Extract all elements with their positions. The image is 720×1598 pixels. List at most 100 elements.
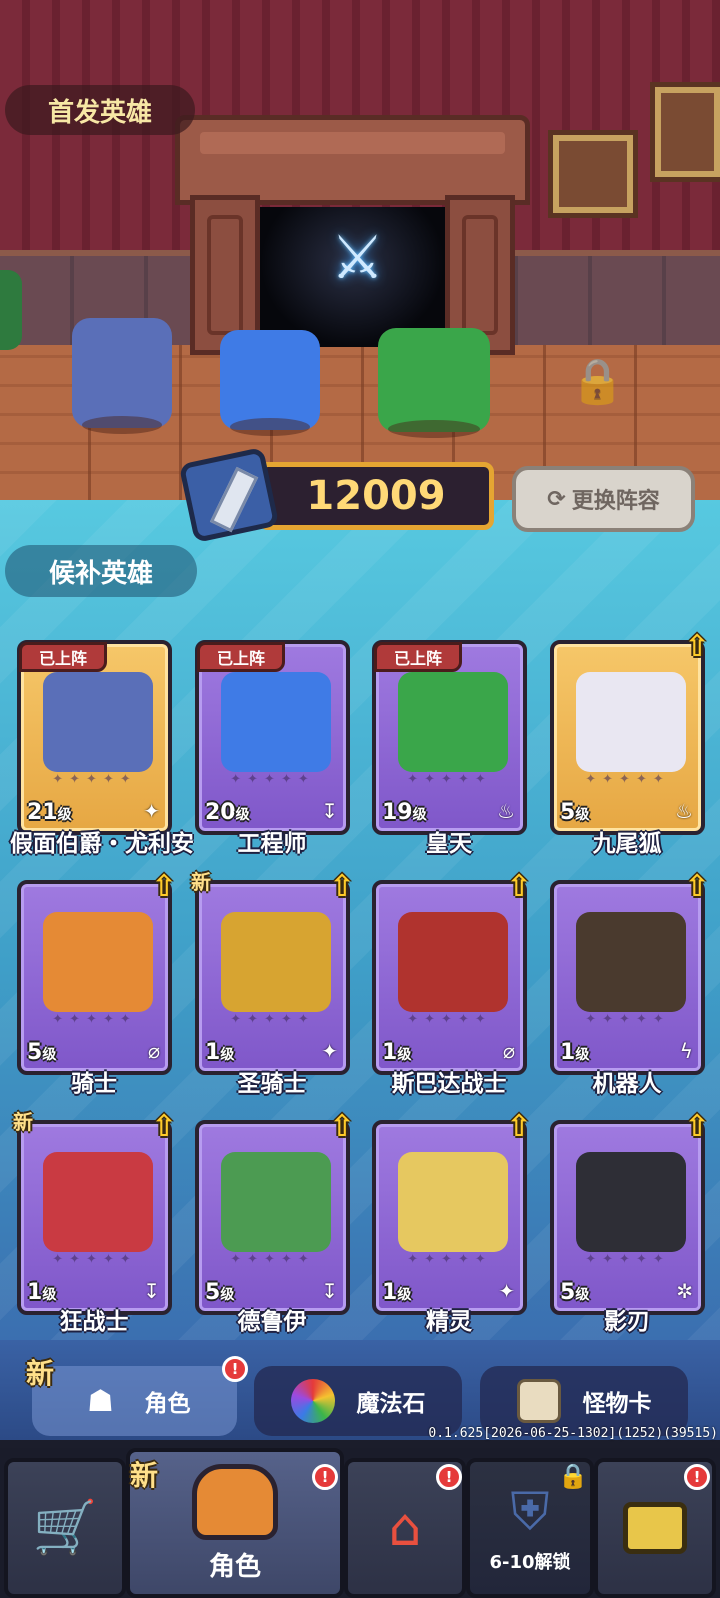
star-rating: ✦✦✦✦✦ — [585, 772, 670, 787]
nav-characters[interactable]: 角色 — [126, 1448, 344, 1598]
fire-icon: ♨ — [675, 799, 693, 823]
notification-badge: ! — [436, 1464, 462, 1490]
notification-badge: ! — [684, 1464, 710, 1490]
hero-portrait — [221, 912, 331, 1012]
hero-card[interactable]: ✦✦✦✦✦ 5级 ♨ ⇧ — [550, 630, 710, 835]
deployed-badge: 已上阵 — [197, 642, 285, 672]
notification-badge: ! — [312, 1464, 338, 1490]
starter-hero-3[interactable] — [378, 328, 490, 438]
hero-name: 机器人 — [592, 1071, 662, 1097]
fire-icon: ♨ — [497, 799, 515, 823]
upgrade-arrow-icon: ⇧ — [506, 869, 532, 904]
hero-portrait — [576, 1152, 686, 1252]
new-tag: 新 — [26, 1357, 55, 1390]
subtab-label: 怪物卡 — [582, 1391, 652, 1417]
lock-icon[interactable]: 🔒 — [570, 355, 625, 407]
hero-card[interactable]: ✦✦✦✦✦ 21级 ✦ 已上阵 — [17, 640, 172, 835]
plant-decoration — [0, 270, 22, 350]
starter-hero-2[interactable] — [220, 330, 320, 436]
hero-level: 1级 — [560, 1040, 590, 1065]
upgrade-arrow-icon: ⇧ — [151, 869, 177, 904]
hero-level: 21级 — [27, 800, 72, 825]
hero-portrait — [398, 1152, 508, 1252]
sword-icon: ↧ — [321, 1279, 338, 1303]
hero-name: 影刃 — [604, 1309, 650, 1335]
hero-portrait — [576, 912, 686, 1012]
hero-card[interactable]: ✦✦✦✦✦ 5级 ✲ ⇧ — [550, 1110, 710, 1315]
star-rating: ✦✦✦✦✦ — [52, 772, 137, 787]
hero-card[interactable]: ✦✦✦✦✦ 1级 ✦ ⇧ — [372, 1110, 532, 1315]
hero-card[interactable]: ✦✦✦✦✦ 1级 ✦ ⇧ — [195, 870, 355, 1075]
nav-shop[interactable]: 🛒 — [4, 1458, 126, 1598]
swap-lineup-label: 更换阵容 — [571, 489, 660, 514]
version-string: 0.1.625[2026-06-25-1302](1252)(39515) — [428, 1426, 718, 1441]
nav-label: 角色 — [208, 1551, 261, 1582]
knight-helmet-icon — [192, 1463, 278, 1540]
star-rating: ✦✦✦✦✦ — [52, 1252, 137, 1267]
hero-level: 1级 — [205, 1040, 235, 1065]
subtab-label: 魔法石 — [356, 1391, 426, 1417]
hero-card[interactable]: ✦✦✦✦✦ 20级 ↧ 已上阵 — [195, 640, 350, 835]
star-rating: ✦✦✦✦✦ — [407, 1252, 492, 1267]
starter-heroes-title: 首发英雄 — [5, 85, 195, 135]
hero-level: 20级 — [205, 800, 250, 825]
hero-name: 假面伯爵・尤利安 — [10, 831, 194, 857]
sparkle-icon: ✦ — [143, 799, 160, 823]
hero-card[interactable]: ✦✦✦✦✦ 1级 ϟ ⇧ — [550, 870, 710, 1075]
upgrade-arrow-icon: ⇧ — [684, 869, 710, 904]
robot-icon — [623, 1502, 687, 1554]
star-rating: ✦✦✦✦✦ — [230, 772, 315, 787]
upgrade-arrow-icon: ⇧ — [329, 869, 355, 904]
hero-name: 圣骑士 — [237, 1071, 307, 1097]
orb-icon: ✲ — [676, 1279, 693, 1303]
hero-card[interactable]: ✦✦✦✦✦ 1级 ⌀ ⇧ — [372, 870, 532, 1075]
hero-level: 5级 — [560, 800, 590, 825]
hero-portrait — [43, 912, 153, 1012]
refresh-icon: ⟳ — [547, 486, 566, 512]
starter-hero-1[interactable] — [72, 318, 172, 434]
gem-icon — [290, 1379, 335, 1423]
hero-name: 德鲁伊 — [237, 1309, 307, 1335]
hero-level: 1级 — [382, 1040, 412, 1065]
shield-icon: ⛨ — [510, 1482, 550, 1542]
subtab-label: 角色 — [144, 1391, 191, 1417]
star-rating: ✦✦✦✦✦ — [585, 1252, 670, 1267]
star-rating: ✦✦✦✦✦ — [52, 1012, 137, 1027]
star-rating: ✦✦✦✦✦ — [407, 1012, 492, 1027]
portrait-frame — [548, 130, 638, 218]
crossed-swords-icon[interactable]: ⚔ — [300, 220, 415, 295]
hero-level: 5级 — [27, 1040, 57, 1065]
hero-portrait — [398, 672, 508, 772]
hero-portrait — [221, 1152, 331, 1252]
hero-name: 骑士 — [71, 1071, 117, 1097]
lock-icon: 🔒 — [558, 1462, 588, 1490]
star-rating: ✦✦✦✦✦ — [407, 772, 492, 787]
hero-card[interactable]: ✦✦✦✦✦ 5级 ⌀ ⇧ — [17, 870, 177, 1075]
subtab-characters[interactable]: ☗ 角色 — [32, 1366, 237, 1436]
sword-icon: ↧ — [321, 799, 338, 823]
new-tag: 新 — [130, 1459, 159, 1492]
nav-label: 6-10解锁 — [489, 1552, 571, 1573]
new-tag: 新 — [191, 870, 211, 894]
deployed-badge: 已上阵 — [19, 642, 107, 672]
upgrade-arrow-icon: ⇧ — [684, 629, 710, 664]
hero-portrait — [221, 672, 331, 772]
portrait-frame — [650, 82, 720, 182]
upgrade-arrow-icon: ⇧ — [151, 1109, 177, 1144]
bench-heroes-title: 候补英雄 — [5, 545, 197, 597]
upgrade-arrow-icon: ⇧ — [329, 1109, 355, 1144]
deployed-badge: 已上阵 — [374, 642, 462, 672]
hero-portrait — [398, 912, 508, 1012]
ghost-icon: ☗ — [87, 1383, 114, 1419]
star-rating: ✦✦✦✦✦ — [585, 1012, 670, 1027]
null-icon: ⌀ — [502, 1039, 515, 1063]
star-rating: ✦✦✦✦✦ — [230, 1012, 315, 1027]
card-icon — [516, 1379, 561, 1423]
hero-card[interactable]: ✦✦✦✦✦ 19级 ♨ 已上阵 — [372, 640, 527, 835]
starter-scene: ⚔ 🔒 — [0, 0, 720, 500]
swap-lineup-button[interactable]: ⟳ 更换阵容 — [512, 466, 695, 532]
hero-name: 皇天 — [426, 831, 472, 857]
hero-card[interactable]: ✦✦✦✦✦ 5级 ↧ ⇧ — [195, 1110, 355, 1315]
hero-name: 狂战士 — [59, 1309, 129, 1335]
hero-card[interactable]: ✦✦✦✦✦ 1级 ↧ ⇧ — [17, 1110, 177, 1315]
